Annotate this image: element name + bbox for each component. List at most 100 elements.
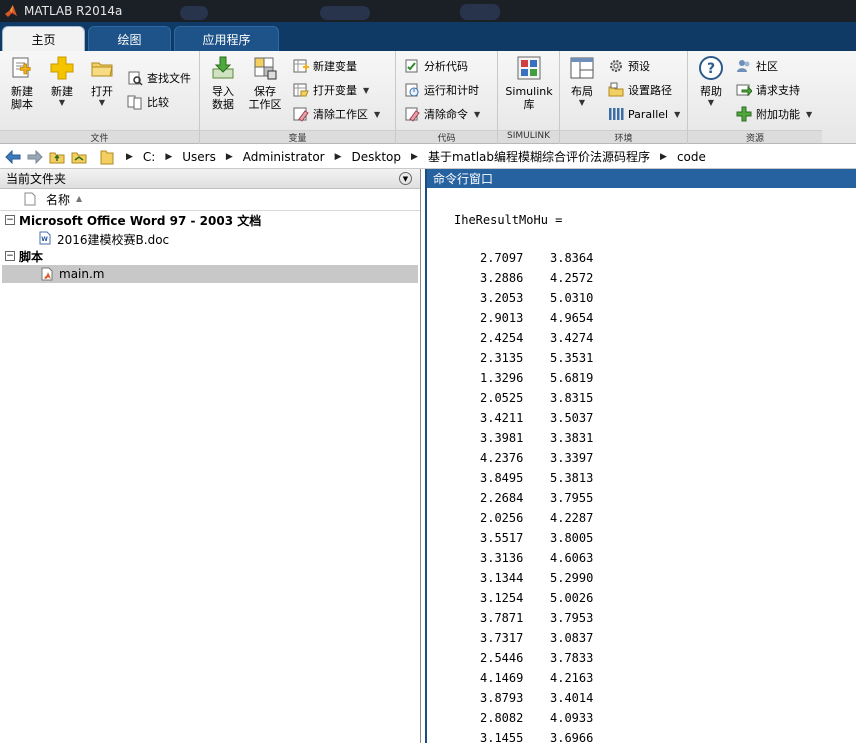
column-header-name[interactable]: 名称 ▲ (0, 189, 420, 211)
breadcrumb-project-folder[interactable]: 基于matlab编程模糊综合评价法源码程序 (428, 148, 650, 165)
output-value: 3.5037 (550, 411, 594, 425)
output-value: 3.2053 (480, 291, 524, 305)
output-value: 3.7833 (550, 651, 594, 665)
forward-button[interactable] (26, 148, 44, 166)
output-value: 5.3531 (550, 351, 594, 365)
code-group: 分析代码 运行和计时 清除命令 ▼ 代码 (396, 51, 498, 144)
compare-icon (127, 95, 142, 110)
request-support-label: 请求支持 (756, 84, 800, 97)
output-value: 3.0837 (550, 631, 594, 645)
file-group-label: 文件 (0, 130, 199, 144)
analyze-code-button[interactable]: 分析代码 (404, 56, 468, 76)
blurred-region (320, 6, 370, 20)
back-button[interactable] (4, 148, 22, 166)
run-and-time-button[interactable]: 运行和计时 (404, 80, 479, 100)
current-folder-header: 当前文件夹 ▼ (0, 169, 420, 189)
output-value: 3.4014 (550, 691, 594, 705)
folder-open-icon (91, 62, 113, 77)
simulink-group: Simulink 库 SIMULINK (498, 51, 560, 144)
output-value: 2.0256 (480, 511, 524, 525)
chevron-down-icon: ▼ (474, 109, 481, 119)
output-value: 3.4211 (480, 411, 524, 425)
new-variable-button[interactable]: 新建变量 (293, 56, 357, 76)
add-ons-button[interactable]: 附加功能 ▼ (736, 104, 812, 124)
compare-button[interactable]: 比较 (127, 92, 169, 112)
matlab-logo-icon (5, 5, 17, 17)
import-data-button[interactable]: 导入 数据 (208, 55, 238, 111)
chevron-down-icon: ▼ (98, 98, 106, 107)
save-workspace-label: 保存 工作区 (248, 85, 282, 111)
save-workspace-button[interactable]: 保存 工作区 (246, 55, 284, 111)
add-ons-icon (736, 106, 752, 122)
new-button[interactable]: 新建 ▼ (46, 55, 78, 108)
svg-text:?: ? (707, 61, 715, 77)
import-data-label: 导入 数据 (212, 85, 234, 111)
find-files-button[interactable]: 查找文件 (127, 68, 191, 88)
variable-group-label: 变量 (200, 130, 395, 144)
path-separator-icon: ▶ (126, 151, 133, 162)
output-value: 2.0525 (480, 391, 524, 405)
output-value: 2.3135 (480, 351, 524, 365)
path-separator-icon: ▶ (334, 151, 342, 162)
breadcrumb-drive[interactable]: C: (143, 150, 155, 164)
open-button[interactable]: 打开 ▼ (86, 55, 118, 108)
breadcrumb-desktop[interactable]: Desktop (352, 150, 402, 164)
preferences-button[interactable]: 预设 (608, 56, 650, 76)
file-row[interactable]: main.m (2, 265, 418, 283)
column-name-label: 名称 (46, 193, 71, 207)
breadcrumb-administrator[interactable]: Administrator (243, 150, 325, 164)
file-group-row-word[interactable]: − Microsoft Office Word 97 - 2003 文档 (0, 211, 420, 229)
add-ons-label: 附加功能 (756, 108, 800, 121)
command-window-panel: 命令行窗口 IheResultMoHu = 2.7097 3.8364 3.2886… (425, 169, 856, 743)
open-label: 打开 (91, 85, 113, 98)
breadcrumb-users[interactable]: Users (182, 150, 216, 164)
output-value: 1.3296 (480, 371, 524, 385)
output-value: 2.4254 (480, 331, 524, 345)
tab-plots[interactable]: 绘图 (88, 26, 171, 51)
output-value: 3.8495 (480, 471, 524, 485)
resources-group: ? 帮助 ▼ 社区 请求支持 附加功能 ▼ 资源 (688, 51, 822, 144)
file-group-label: 脚本 (19, 249, 44, 264)
community-label: 社区 (756, 60, 778, 73)
output-value: 5.2990 (550, 571, 594, 585)
output-value: 2.8082 (480, 711, 524, 725)
browse-folder-button[interactable] (70, 148, 88, 166)
new-script-button[interactable]: 新建 脚本 (6, 55, 38, 111)
file-group-row-scripts[interactable]: − 脚本 (0, 247, 420, 265)
help-button[interactable]: ? 帮助 ▼ (696, 55, 726, 108)
window-title: MATLAB R2014a (24, 4, 123, 18)
clear-workspace-button[interactable]: 清除工作区 ▼ (293, 104, 380, 124)
collapse-icon[interactable]: − (5, 215, 15, 225)
new-variable-label: 新建变量 (313, 60, 357, 73)
open-variable-icon (293, 83, 309, 97)
output-value: 3.1455 (480, 731, 524, 743)
file-group: 新建 脚本 新建 ▼ 打开 ▼ 查找文件 比较 文件 (0, 51, 200, 144)
community-button[interactable]: 社区 (736, 56, 778, 76)
set-path-button[interactable]: 设置路径 (608, 80, 672, 100)
simulink-library-button[interactable]: Simulink 库 (504, 55, 554, 111)
up-folder-button[interactable] (48, 148, 66, 166)
file-row[interactable]: W 2016建模校赛B.doc (0, 229, 420, 247)
preferences-label: 预设 (628, 60, 650, 73)
variable-name-line: IheResultMoHu = (454, 213, 563, 227)
blurred-region (460, 4, 500, 20)
collapse-icon[interactable]: − (5, 251, 15, 261)
output-value: 4.2376 (480, 451, 524, 465)
environment-group-label: 环境 (560, 130, 687, 144)
clear-commands-icon (405, 107, 420, 122)
resources-group-label: 资源 (688, 130, 822, 144)
import-data-icon (212, 56, 234, 79)
find-files-label: 查找文件 (147, 72, 191, 85)
breadcrumb-code[interactable]: code (677, 150, 706, 164)
layout-button[interactable]: 布局 ▼ (566, 55, 598, 108)
file-name: 2016建模校赛B.doc (57, 233, 170, 247)
panel-actions-button[interactable]: ▼ (399, 172, 412, 185)
parallel-button[interactable]: Parallel ▼ (608, 104, 680, 124)
tab-home[interactable]: 主页 (2, 26, 85, 51)
command-window-output[interactable]: IheResultMoHu = 2.7097 3.8364 3.2886 4.2572… (427, 188, 856, 743)
tab-apps[interactable]: 应用程序 (174, 26, 279, 51)
output-value: 3.7871 (480, 611, 524, 625)
request-support-button[interactable]: 请求支持 (736, 80, 800, 100)
clear-commands-button[interactable]: 清除命令 ▼ (404, 104, 480, 124)
open-variable-button[interactable]: 打开变量 ▼ (293, 80, 369, 100)
